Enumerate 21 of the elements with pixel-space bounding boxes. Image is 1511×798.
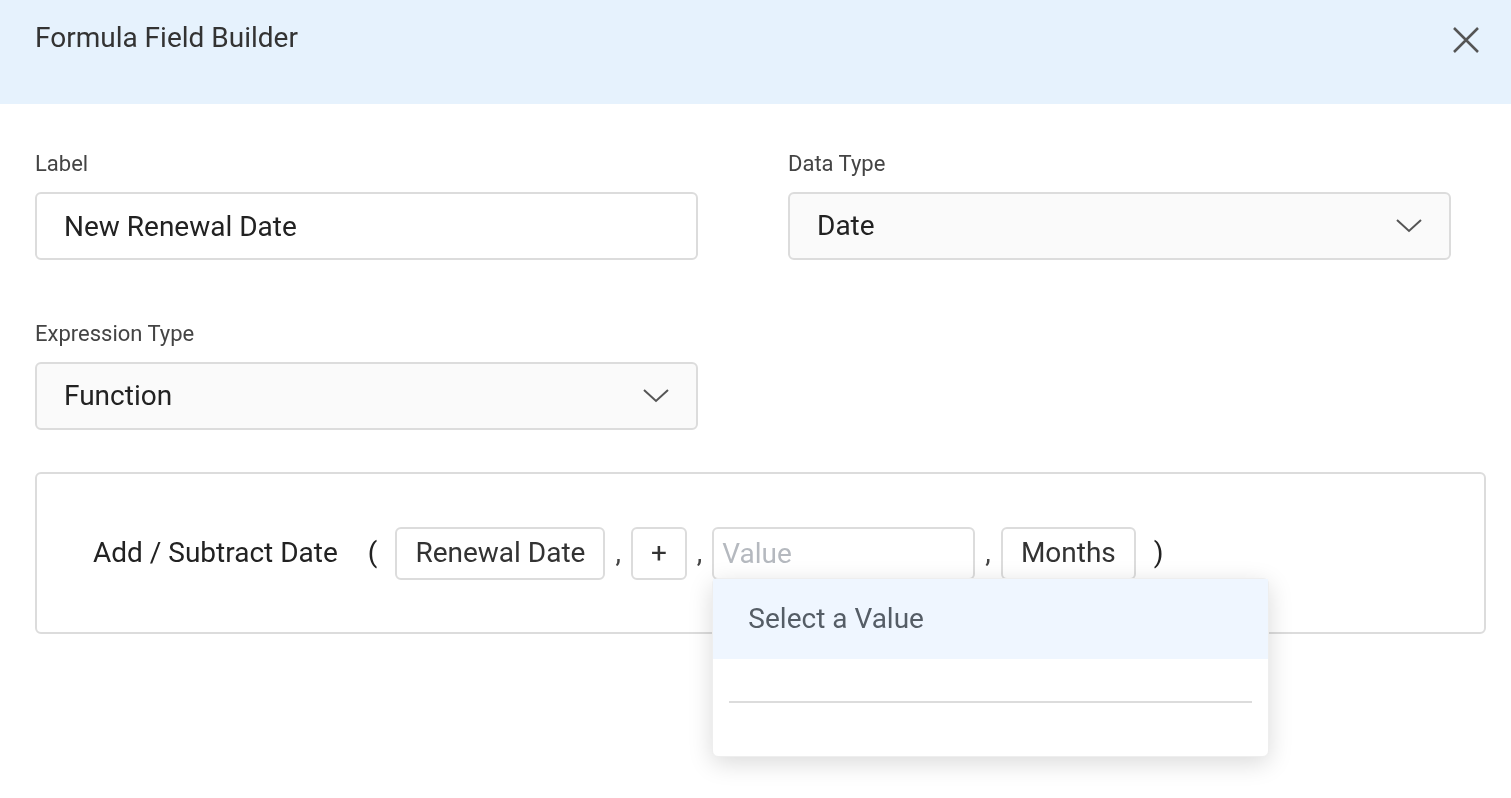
value-field[interactable]: Value	[712, 526, 976, 580]
chevron-down-icon	[1396, 219, 1422, 233]
comma: ,	[985, 535, 991, 571]
open-parenthesis: (	[367, 535, 378, 571]
select-field[interactable]: Date	[788, 192, 1451, 260]
close-icon	[1452, 26, 1480, 54]
field-label: Label	[35, 150, 90, 178]
token-button[interactable]: Months	[1000, 526, 1136, 580]
field-label: Expression Type	[35, 320, 196, 348]
dropdown-option[interactable]: Select a Value	[713, 578, 1269, 659]
function-name: Add / Subtract Date	[93, 535, 338, 571]
comma: ,	[615, 535, 621, 571]
close-parenthesis: )	[1153, 535, 1164, 571]
chevron-down-icon	[643, 389, 669, 403]
dialog-title: Formula Field Builder	[35, 20, 298, 56]
field-label: Data Type	[788, 150, 887, 178]
comma: ,	[696, 535, 703, 571]
select-field[interactable]: Function	[35, 362, 698, 430]
token-button[interactable]: Renewal Date	[395, 526, 606, 580]
text-field[interactable]: New Renewal Date	[35, 192, 698, 260]
token-button[interactable]: +	[630, 526, 687, 580]
